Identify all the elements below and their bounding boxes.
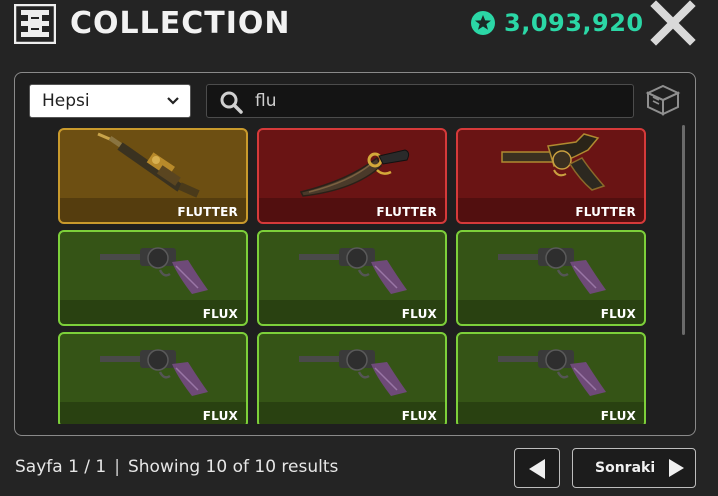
chevron-down-icon [167,97,179,105]
item-label: FLUX [401,409,437,423]
pagination-info: Sayfa 1 / 1 | Showing 10 of 10 results [15,457,338,477]
flux-revolver-icon [299,247,407,294]
search-input[interactable] [255,88,615,114]
results-count: Showing 10 of 10 results [127,457,339,477]
item-card[interactable]: FLUTTER [58,128,248,224]
star-coin-icon [471,11,495,35]
currency-amount: 3,093,920 [504,9,644,37]
search-icon [220,91,243,114]
item-card[interactable]: FLUX [58,230,248,326]
flutter-revolver-icon [501,133,606,191]
item-card[interactable]: FLUX [257,230,447,326]
item-label: FLUTTER [376,205,437,219]
item-card[interactable]: FLUTTER [257,128,447,224]
item-label: FLUX [600,307,636,321]
flux-revolver-icon [100,349,208,396]
item-card[interactable]: FLUX [58,332,248,424]
footer-separator: | [114,457,120,477]
page-indicator: Sayfa 1 / 1 [15,457,107,477]
item-card[interactable]: FLUTTER [456,128,646,224]
item-grid: FLUTTER FLUTTER FLUTTER FLUX FLUX FLUX F… [58,128,648,424]
arrow-right-icon [669,459,685,477]
flux-revolver-icon [498,349,606,396]
next-page-button[interactable]: Sonraki [572,448,696,488]
item-card[interactable]: FLUX [456,230,646,326]
flutter-machete-icon [299,149,410,197]
filter-dropdown[interactable]: Hepsi [29,84,191,118]
arrow-left-icon [529,459,545,479]
collection-grid-icon [14,4,56,44]
item-label: FLUTTER [575,205,636,219]
grid-scrollbar[interactable] [682,125,685,335]
close-icon[interactable] [648,0,698,46]
item-label: FLUX [401,307,437,321]
crate-icon[interactable] [645,84,681,116]
search-box[interactable] [206,84,634,118]
item-card[interactable]: FLUX [456,332,646,424]
item-label: FLUX [202,409,238,423]
flux-revolver-icon [100,247,208,294]
flux-revolver-icon [299,349,407,396]
item-card[interactable]: FLUX [257,332,447,424]
next-button-label: Sonraki [595,460,656,476]
previous-page-button[interactable] [514,448,560,488]
flutter-rifle-icon [97,132,200,198]
flux-revolver-icon [498,247,606,294]
item-label: FLUTTER [177,205,238,219]
collection-panel: Hepsi FLUTTER [14,72,696,436]
item-label: FLUX [202,307,238,321]
currency-display: 3,093,920 [470,6,644,40]
item-label: FLUX [600,409,636,423]
filter-value: Hepsi [42,91,90,111]
page-title: COLLECTION [70,6,291,41]
